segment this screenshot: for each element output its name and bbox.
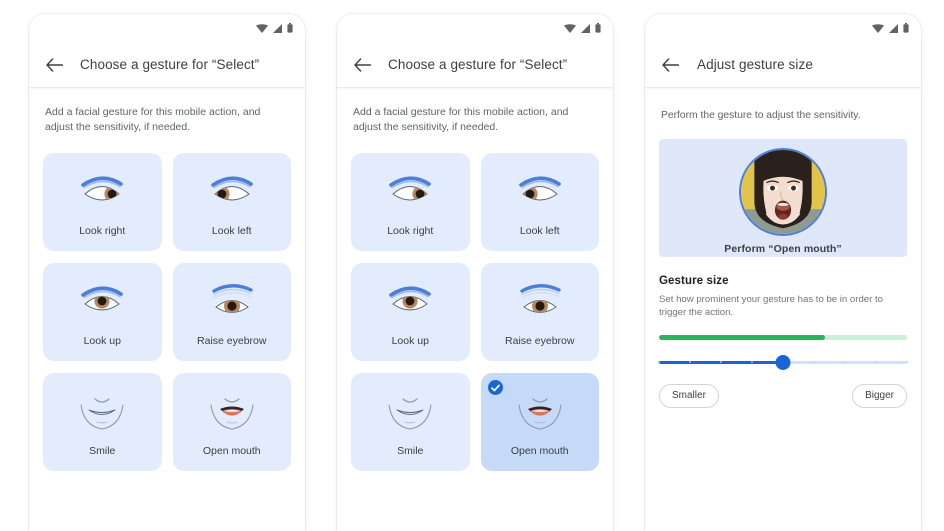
gesture-card-label: Look up (391, 335, 429, 347)
gesture-card[interactable]: Look right (351, 153, 470, 251)
eye-look-up-icon (81, 286, 124, 311)
section-title: Gesture size (659, 275, 729, 287)
gesture-card-label: Smile (89, 445, 116, 457)
selected-check-icon (487, 380, 503, 395)
wifi-icon (872, 23, 884, 33)
gesture-card-label: Open mouth (202, 445, 261, 457)
signal-icon (273, 23, 282, 33)
gesture-card-label: Raise eyebrow (197, 335, 267, 347)
smaller-button[interactable]: Smaller (659, 384, 719, 408)
gesture-card[interactable]: Open mouth (172, 373, 292, 471)
gesture-card-label: Open mouth (510, 445, 569, 457)
mouth-smile-icon (388, 398, 432, 430)
gesture-illustration (43, 373, 162, 445)
gesture-illustration (351, 263, 470, 335)
intro-text: Add a facial gesture for this mobile act… (45, 106, 261, 133)
status-bar (337, 14, 613, 42)
gesture-illustration (351, 153, 470, 225)
eye-look-right-icon (81, 176, 124, 201)
eye-look-left-icon (518, 176, 561, 201)
gesture-grid: Look right Look left Look up Raise eyebrow S… (43, 153, 291, 471)
phone-panel-choose-gesture-selected: Choose a gesture for “Select” Add a faci… (337, 14, 613, 531)
preview-caption: Perform “Open mouth” (724, 242, 842, 255)
app-bar: Choose a gesture for “Select” (29, 42, 305, 88)
gesture-illustration (351, 373, 470, 445)
gesture-strength-meter-fill (659, 335, 826, 340)
battery-icon (903, 23, 909, 33)
size-button-row: Smaller Bigger (659, 384, 907, 408)
slider-tick (906, 361, 908, 364)
gesture-illustration (173, 153, 292, 225)
intro-text: Perform the gesture to adjust the sensit… (661, 110, 861, 121)
gesture-card-label: Look right (387, 225, 434, 237)
gesture-card[interactable]: Smile (43, 373, 162, 471)
gesture-card[interactable]: Smile (351, 373, 470, 471)
gesture-card[interactable]: Look left (172, 153, 292, 251)
gesture-card[interactable]: Open mouth (480, 373, 599, 471)
signal-icon (889, 23, 898, 33)
section-description: Set how prominent your gesture has to be… (659, 294, 883, 318)
battery-icon (287, 23, 293, 33)
back-arrow-icon[interactable] (43, 54, 65, 76)
slider-thumb[interactable] (775, 355, 791, 370)
camera-preview: Perform “Open mouth” (659, 139, 907, 257)
signal-icon (581, 23, 590, 33)
face-photo (739, 147, 827, 236)
gesture-card-label: Look right (79, 225, 126, 237)
status-bar (29, 14, 305, 42)
app-bar: Adjust gesture size (645, 42, 921, 88)
panel-body: Add a facial gesture for this mobile act… (337, 88, 613, 531)
eye-look-right-icon (389, 176, 432, 201)
gesture-size-slider[interactable] (658, 353, 908, 371)
wifi-icon (564, 23, 576, 33)
eye-look-left-icon (210, 176, 253, 201)
gesture-illustration (43, 153, 162, 225)
gesture-illustration (173, 373, 292, 445)
back-arrow-icon[interactable] (659, 54, 681, 76)
page-title: Adjust gesture size (697, 57, 813, 72)
gesture-card[interactable]: Look up (43, 263, 162, 361)
gesture-card[interactable]: Raise eyebrow (172, 263, 292, 361)
gesture-strength-meter (659, 335, 907, 340)
gesture-illustration (173, 263, 292, 335)
phone-panel-choose-gesture: Choose a gesture for “Select” Add a faci… (29, 14, 305, 531)
gesture-card-label: Look left (211, 225, 252, 237)
gesture-grid: Look right Look left Look up Raise eyebrow S… (351, 153, 599, 471)
eye-raise-eyebrow-icon (520, 284, 561, 313)
battery-icon (595, 23, 601, 33)
gesture-illustration (481, 153, 600, 225)
gesture-card-label: Look left (519, 225, 560, 237)
status-bar (645, 14, 921, 42)
face-open-mouth-illustration (741, 149, 825, 234)
gesture-card[interactable]: Look left (480, 153, 600, 251)
phone-panel-adjust-gesture-size: Adjust gesture size Perform the gesture … (645, 14, 921, 531)
panel-body: Add a facial gesture for this mobile act… (29, 88, 305, 531)
wifi-icon (256, 23, 268, 33)
screenshot-stage: Choose a gesture for “Select” Add a faci… (0, 0, 944, 531)
back-arrow-icon[interactable] (351, 54, 373, 76)
page-title: Choose a gesture for “Select” (388, 57, 568, 72)
mouth-open-icon (210, 398, 254, 430)
gesture-illustration (481, 263, 600, 335)
page-title: Choose a gesture for “Select” (80, 57, 260, 72)
mouth-smile-icon (80, 398, 124, 430)
gesture-illustration (43, 263, 162, 335)
gesture-card-label: Smile (397, 445, 424, 457)
panel-body: Perform the gesture to adjust the sensit… (645, 88, 921, 531)
gesture-card[interactable]: Look right (43, 153, 162, 251)
mouth-open-icon (518, 398, 562, 430)
bigger-button[interactable]: Bigger (852, 384, 907, 408)
gesture-card[interactable]: Raise eyebrow (480, 263, 600, 361)
eye-raise-eyebrow-icon (212, 284, 253, 313)
gesture-card-label: Look up (83, 335, 121, 347)
gesture-card-label: Raise eyebrow (505, 335, 575, 347)
eye-look-up-icon (389, 286, 432, 311)
app-bar: Choose a gesture for “Select” (337, 42, 613, 88)
gesture-card[interactable]: Look up (351, 263, 470, 361)
intro-text: Add a facial gesture for this mobile act… (353, 106, 569, 133)
